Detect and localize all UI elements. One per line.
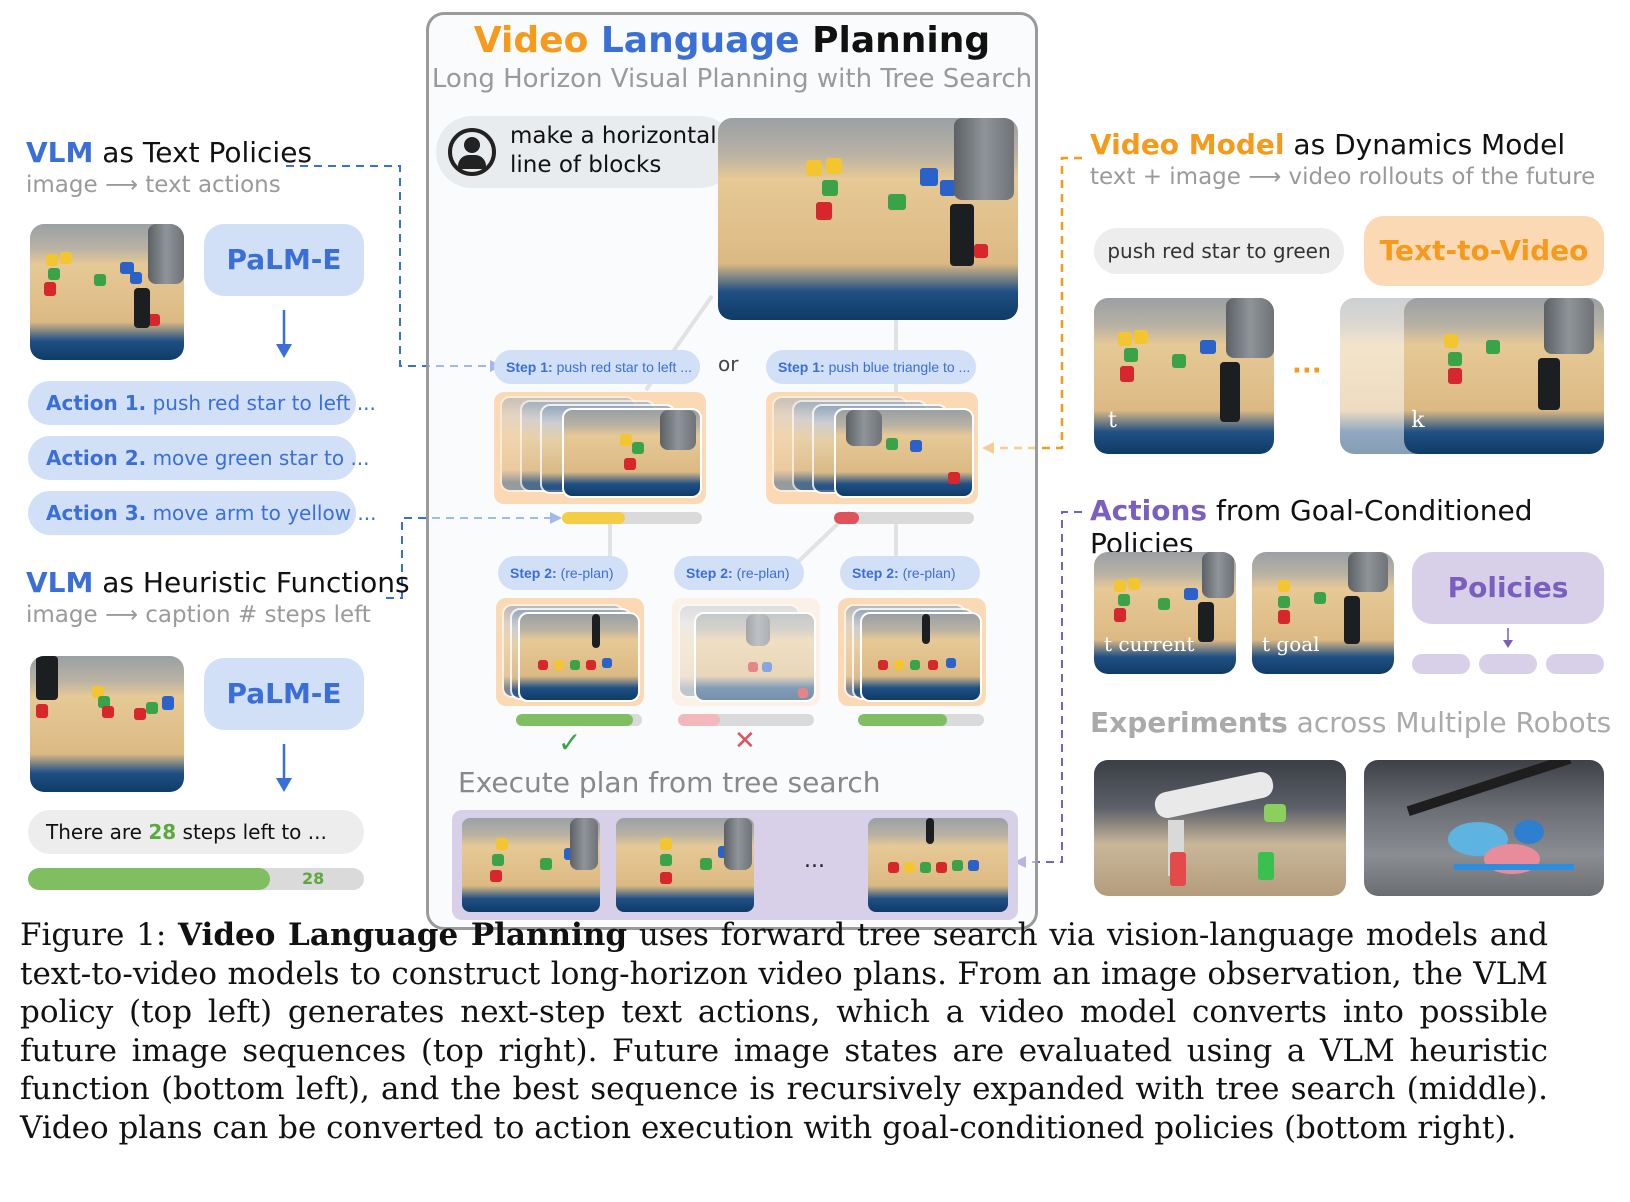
step2-pill-b: Step 2: (re-plan) [674, 556, 804, 590]
frame-tk-image: t + k [1404, 298, 1604, 454]
step1-right-pill: Step 1: push blue triangle to ... [766, 350, 976, 384]
step2-video-stack-a [496, 598, 644, 706]
center-subtitle: Long Horizon Visual Planning with Tree S… [431, 64, 1033, 94]
robot-photo-2 [1364, 760, 1604, 896]
policies-title: Actions from Goal-Conditioned Policies [1090, 494, 1533, 560]
execute-frame-2 [616, 818, 754, 912]
step2-video-stack-c [838, 598, 986, 706]
execute-label: Execute plan from tree search [458, 766, 881, 799]
steps-left-bar-fill [28, 868, 270, 890]
text-policies-image [30, 224, 184, 360]
heuristic-bar-step2-c [858, 714, 984, 726]
heuristic-bar-step2-a [516, 714, 642, 726]
palm-e-box-bottom: PaLM-E [204, 658, 364, 730]
or-label: or [718, 352, 739, 376]
step1-right-video-stack [766, 392, 978, 504]
experiments-title: Experiments across Multiple Robots [1090, 706, 1612, 739]
action-2: Action 2. move green star to ... [28, 436, 370, 480]
heuristic-bar-step1-right-fill [834, 512, 860, 524]
step2-pill-c: Step 2: (re-plan) [840, 556, 980, 590]
policy-action-chip-2 [1479, 654, 1537, 674]
heuristic-bar-step2-b [678, 714, 814, 726]
text-policies-subtitle: image ⟶ text actions [26, 172, 281, 198]
user-icon [448, 128, 496, 176]
palm-e-box-top: PaLM-E [204, 224, 364, 296]
frame-goal-image: t goal [1252, 552, 1394, 674]
text-to-video-box: Text-to-Video [1364, 216, 1604, 286]
heuristic-bar-step2-b-fill [678, 714, 721, 726]
center-title: Video Language Planning [426, 20, 1038, 61]
policy-action-chip-1 [1412, 654, 1470, 674]
heuristic-bar-step2-c-fill [858, 714, 948, 726]
execute-frame-1 [462, 818, 600, 912]
figure-caption: Figure 1: Video Language Planning uses f… [20, 917, 1549, 1146]
action-1: Action 1. push red star to left ... [28, 381, 376, 425]
policies-arrow-icon [1503, 628, 1513, 648]
title-word-language: Language [600, 20, 800, 61]
dynamics-subtitle: text + image ⟶ video rollouts of the fut… [1090, 164, 1596, 190]
title-word-planning: Planning [812, 20, 991, 61]
step2-video-stack-b [672, 598, 820, 706]
execute-ellipsis: ... [804, 848, 825, 873]
step1-left-pill: Step 1: push red star to left ... [494, 350, 700, 384]
heuristic-bar-step2-a-fill [516, 714, 634, 726]
prompt-bubble: make a horizontal line of blocks [436, 116, 736, 188]
heuristic-bar-step1-left [562, 512, 702, 524]
steps-left-bar-value: 28 [302, 869, 325, 888]
heuristic-subtitle: image ⟶ caption # steps left [26, 602, 371, 628]
rollout-dots: ··· [1292, 356, 1322, 386]
frame-goal-label: t goal [1262, 632, 1320, 656]
execute-frame-final [868, 818, 1008, 912]
title-word-video: Video [473, 20, 589, 61]
policy-action-chip-3 [1546, 654, 1604, 674]
check-icon: ✓ [558, 726, 582, 759]
frame-current-image: t current [1094, 552, 1236, 674]
heuristic-title: VLM as Heuristic Functions [26, 566, 410, 599]
arrow-down-icon [276, 310, 292, 358]
video-prompt-pill: push red star to green [1094, 228, 1344, 274]
steps-left-caption: There are 28 steps left to ... [28, 810, 364, 854]
heuristic-bar-step1-right [834, 512, 974, 524]
robot-photo-1 [1094, 760, 1346, 896]
main-observation-image [718, 118, 1018, 320]
frame-t-image: t [1094, 298, 1274, 454]
heuristic-bar-step1-left-fill [562, 512, 625, 524]
policies-box: Policies [1412, 552, 1604, 624]
action-3: Action 3. move arm to yellow ... [28, 491, 376, 535]
dynamics-title: Video Model as Dynamics Model [1090, 128, 1566, 161]
frame-t-label: t [1108, 408, 1117, 433]
arrow-down-icon-2 [276, 744, 292, 792]
frame-current-label: t current [1104, 632, 1195, 656]
cross-icon: ✕ [734, 726, 756, 756]
step2-pill-a: Step 2: (re-plan) [498, 556, 628, 590]
step1-left-video-stack [494, 392, 706, 504]
prompt-text: make a horizontal line of blocks [510, 123, 717, 178]
heuristic-image [30, 656, 184, 792]
text-policies-title: VLM as Text Policies [26, 136, 313, 169]
frame-tk-label: t + k [1404, 408, 1425, 433]
